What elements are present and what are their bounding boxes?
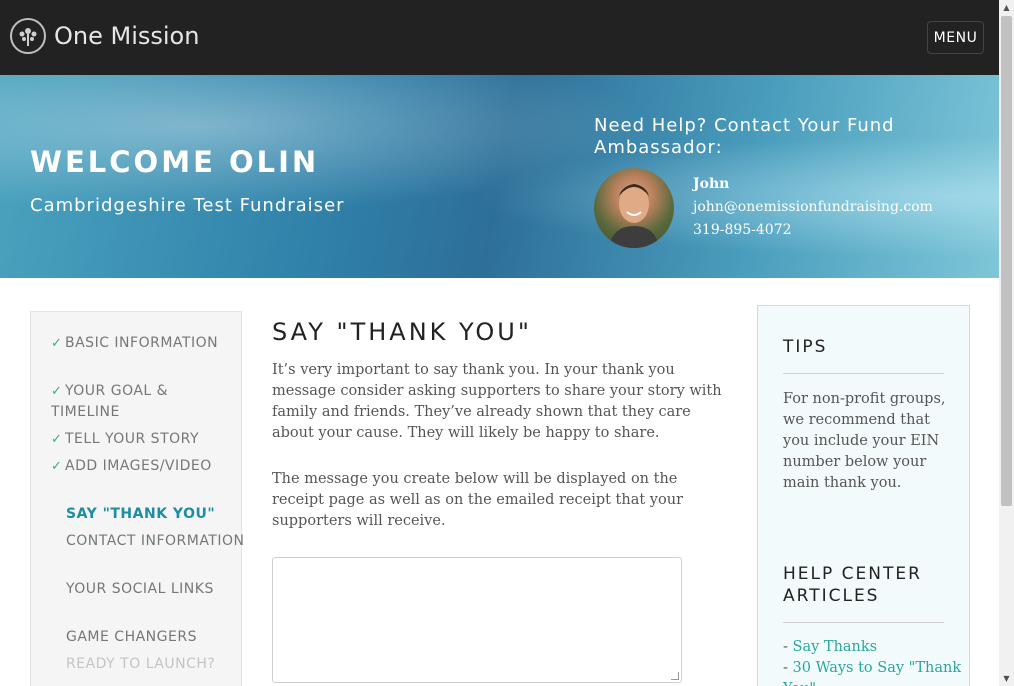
step-label: SAY "THANK YOU" <box>66 506 216 522</box>
tips-heading: TIPS <box>783 337 828 357</box>
step-label: TELL YOUR STORY <box>65 431 200 447</box>
page-title: SAY "THANK YOU" <box>272 318 532 346</box>
top-navigation-bar: One Mission MENU <box>0 0 999 75</box>
step-label: GAME CHANGERS <box>66 629 197 645</box>
page-scrollbar[interactable]: ▲ ▼ <box>999 0 1014 686</box>
welcome-banner: WELCOME OLIN Cambridgeshire Test Fundrai… <box>0 75 999 278</box>
step-game-changers[interactable]: GAME CHANGERS <box>66 627 246 648</box>
menu-button[interactable]: MENU <box>927 21 984 54</box>
receipt-paragraph: The message you create below will be dis… <box>272 471 683 529</box>
help-center-heading: HELP CENTER ARTICLES <box>783 564 922 606</box>
steps-sidebar: ✓ BASIC INFORMATION ✓ YOUR GOAL & TIMELINE… <box>30 311 244 686</box>
ambassador-phone: 319-895-4072 <box>693 222 792 238</box>
step-label: ADD IMAGES/VIDEO <box>65 458 212 474</box>
step-label: BASIC INFORMATION <box>65 335 219 351</box>
article-item: - Say Thanks <box>783 637 963 658</box>
help-heading: Need Help? Contact Your Fund Ambassador: <box>594 115 895 158</box>
ambassador-name: John <box>693 176 730 192</box>
ambassador-avatar <box>594 168 674 248</box>
article-link-say-thanks[interactable]: Say Thanks <box>793 639 878 655</box>
divider <box>783 373 944 374</box>
resize-handle-icon[interactable] <box>671 672 679 680</box>
checkmark-icon: ✓ <box>51 384 63 399</box>
welcome-heading: WELCOME OLIN <box>30 145 320 179</box>
step-label: CONTACT INFORMATION <box>66 533 245 549</box>
step-goal-timeline[interactable]: ✓ YOUR GOAL & TIMELINE <box>51 381 231 423</box>
step-contact-information[interactable]: CONTACT INFORMATION <box>66 531 246 552</box>
scroll-down-arrow-icon[interactable]: ▼ <box>999 671 1014 686</box>
step-add-images-video[interactable]: ✓ ADD IMAGES/VIDEO <box>51 456 231 477</box>
step-label: YOUR SOCIAL LINKS <box>66 581 214 597</box>
divider <box>783 622 944 623</box>
scrollbar-thumb[interactable] <box>1001 16 1012 506</box>
ambassador-email-link[interactable]: john@onemissionfundraising.com <box>693 199 933 215</box>
step-social-links[interactable]: YOUR SOCIAL LINKS <box>66 579 246 600</box>
tree-logo-icon <box>10 18 46 54</box>
step-label: READY TO LAUNCH? <box>66 656 216 672</box>
tips-panel: TIPS For non-profit groups, we recommend… <box>757 305 970 686</box>
scroll-up-arrow-icon[interactable]: ▲ <box>999 0 1014 15</box>
step-say-thank-you[interactable]: SAY "THANK YOU" <box>66 504 246 525</box>
checkmark-icon: ✓ <box>51 459 63 474</box>
thank-you-message-textarea[interactable] <box>272 557 682 683</box>
checkmark-icon: ✓ <box>51 432 63 447</box>
step-tell-your-story[interactable]: ✓ TELL YOUR STORY <box>51 429 231 450</box>
intro-paragraph: It’s very important to say thank you. In… <box>272 362 722 441</box>
fundraiser-name: Cambridgeshire Test Fundraiser <box>30 195 345 216</box>
article-prefix: - <box>783 639 793 655</box>
article-prefix: - <box>783 660 793 676</box>
step-label: YOUR GOAL & TIMELINE <box>51 383 169 420</box>
logo-text: One Mission <box>54 22 200 50</box>
logo[interactable]: One Mission <box>10 18 199 54</box>
article-item: - 30 Ways to Say "Thank You" <box>783 658 963 686</box>
checkmark-icon: ✓ <box>51 336 63 351</box>
step-basic-information[interactable]: ✓ BASIC INFORMATION <box>51 333 231 354</box>
step-ready-to-launch: READY TO LAUNCH? <box>66 654 246 675</box>
article-link-30-ways[interactable]: 30 Ways to Say "Thank You" <box>783 660 961 686</box>
tips-text: For non-profit groups, we recommend that… <box>783 391 946 491</box>
